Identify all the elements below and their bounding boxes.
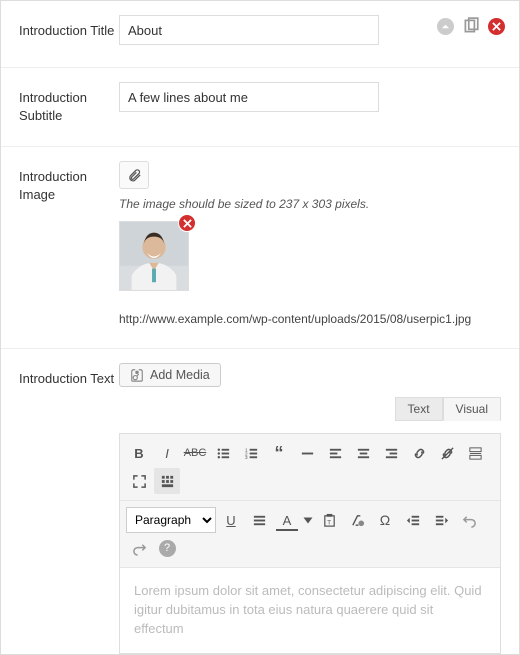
image-url: http://www.example.com/wp-content/upload…	[119, 312, 501, 326]
media-icon	[130, 368, 144, 382]
title-label: Introduction Title	[19, 15, 119, 45]
add-media-label: Add Media	[150, 368, 210, 382]
bullet-list-button[interactable]	[210, 440, 236, 466]
editor-content[interactable]: Lorem ipsum dolor sit amet, consectetur …	[120, 568, 500, 653]
unlink-button[interactable]	[434, 440, 460, 466]
link-button[interactable]	[406, 440, 432, 466]
numbered-list-button[interactable]: 123	[238, 440, 264, 466]
bold-button[interactable]: B	[126, 440, 152, 466]
strikethrough-button[interactable]: ABC	[182, 440, 208, 466]
align-center-button[interactable]	[350, 440, 376, 466]
svg-text:3: 3	[244, 455, 247, 460]
paperclip-icon	[127, 168, 142, 183]
avatar-icon	[120, 222, 188, 290]
image-thumbnail[interactable]	[119, 221, 189, 291]
attach-button[interactable]	[119, 161, 149, 189]
redo-button[interactable]	[126, 535, 152, 561]
align-left-button[interactable]	[322, 440, 348, 466]
add-media-button[interactable]: Add Media	[119, 363, 221, 387]
toolbar-toggle-button[interactable]	[154, 468, 180, 494]
subtitle-input[interactable]	[119, 82, 379, 112]
subtitle-label: Introduction Subtitle	[19, 82, 119, 124]
help-button[interactable]: ?	[154, 535, 180, 561]
delete-icon[interactable]	[488, 18, 505, 35]
hr-button[interactable]	[294, 440, 320, 466]
read-more-button[interactable]	[462, 440, 488, 466]
svg-text:T: T	[327, 519, 331, 526]
tab-text[interactable]: Text	[395, 397, 443, 421]
tab-visual[interactable]: Visual	[443, 397, 501, 421]
italic-button[interactable]: I	[154, 440, 180, 466]
image-label: Introduction Image	[19, 161, 119, 326]
rich-text-editor: B I ABC 123 “	[119, 433, 501, 654]
image-hint: The image should be sized to 237 x 303 p…	[119, 197, 501, 211]
align-right-button[interactable]	[378, 440, 404, 466]
blockquote-button[interactable]: “	[266, 440, 292, 466]
collapse-icon[interactable]	[437, 18, 454, 35]
duplicate-icon[interactable]	[462, 17, 480, 35]
title-input[interactable]	[119, 15, 379, 45]
remove-image-icon[interactable]	[178, 214, 196, 232]
fullscreen-button[interactable]	[126, 468, 152, 494]
text-label: Introduction Text	[19, 363, 119, 654]
